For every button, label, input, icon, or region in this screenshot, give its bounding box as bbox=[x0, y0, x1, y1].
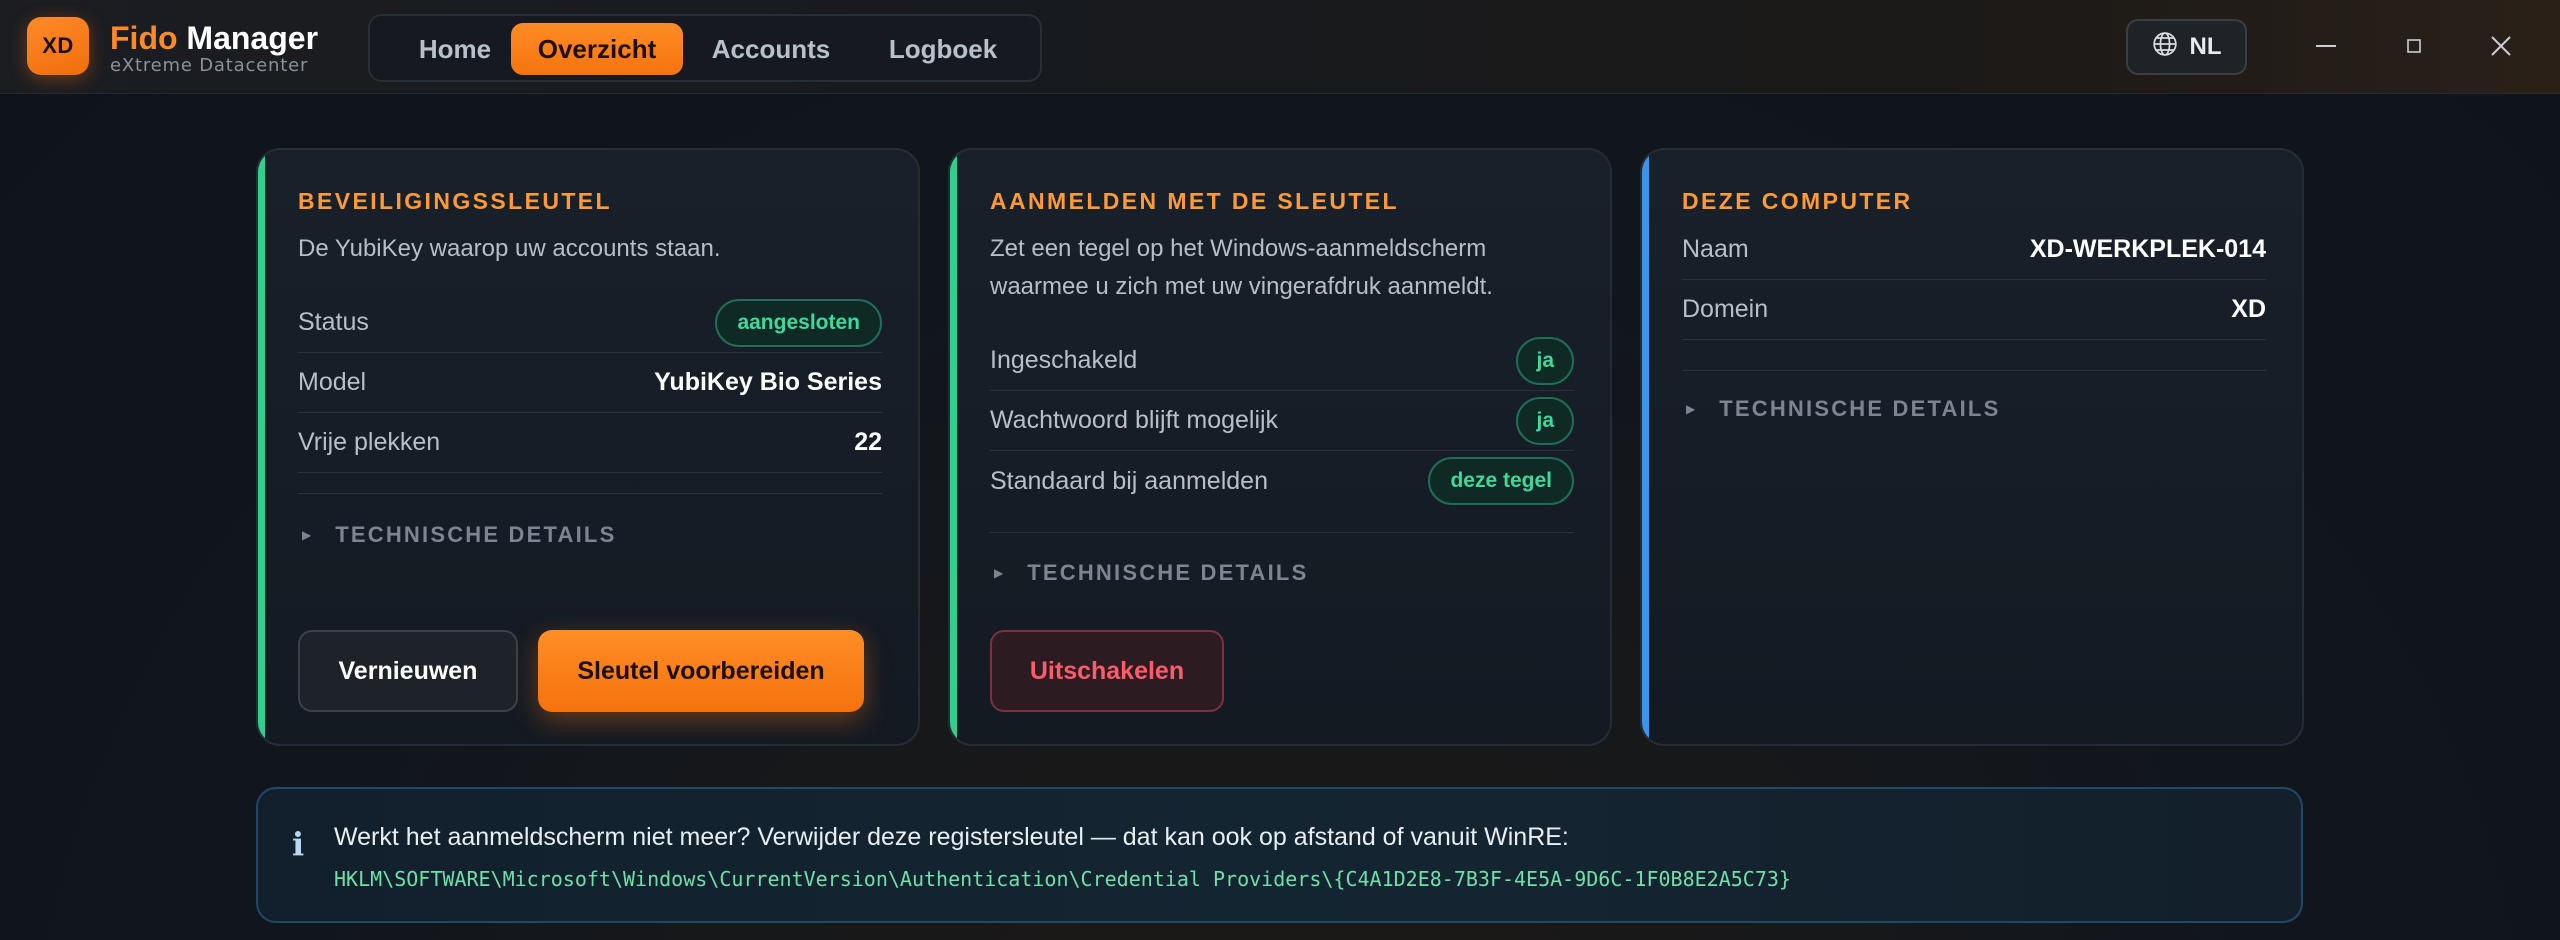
enabled-row: Ingeschakeld ja bbox=[990, 331, 1574, 391]
app-name: Fido Manager bbox=[110, 20, 318, 57]
banner-text: Werkt het aanmeldscherm niet meer? Verwi… bbox=[334, 823, 1569, 851]
this-computer-card: DEZE COMPUTER Naam XD-WERKPLEK-014 Domei… bbox=[1640, 148, 2304, 746]
row-label: Ingeschakeld bbox=[990, 346, 1138, 374]
caret-right-icon: ▶ bbox=[302, 528, 312, 542]
prepare-key-button[interactable]: Sleutel voorbereiden bbox=[538, 630, 864, 712]
nav-item-overzicht[interactable]: Overzicht bbox=[511, 23, 683, 75]
row-label: Standaard bij aanmelden bbox=[990, 466, 1268, 495]
title-bar: XD Fido Manager eXtreme Datacenter Home … bbox=[0, 0, 2560, 94]
app-name-rest: Manager bbox=[177, 20, 319, 56]
nav-item-accounts[interactable]: Accounts bbox=[690, 23, 852, 75]
row-label: Domein bbox=[1682, 295, 1769, 323]
technical-details-toggle[interactable]: ▶ TECHNISCHE DETAILS bbox=[302, 522, 616, 548]
card-description: Zet een tegel op het Windows-aanmeldsche… bbox=[990, 235, 1493, 300]
disable-button[interactable]: Uitschakelen bbox=[990, 630, 1224, 712]
divider bbox=[1682, 370, 2266, 371]
row-value: YubiKey Bio Series bbox=[654, 368, 882, 396]
password-possible-row: Wachtwoord blijft mogelijk ja bbox=[990, 391, 1574, 451]
main-nav: Home Overzicht Accounts Logboek bbox=[368, 14, 1042, 82]
language-code: NL bbox=[2189, 33, 2222, 60]
status-row: Status aangesloten bbox=[298, 293, 882, 353]
caret-right-icon: ▶ bbox=[1686, 402, 1696, 416]
status-badge: ja bbox=[1516, 336, 1574, 385]
row-value: XD bbox=[2231, 295, 2266, 323]
default-tile-row: Standaard bij aanmelden deze tegel bbox=[990, 451, 1574, 511]
minimize-icon bbox=[2315, 35, 2337, 62]
caret-right-icon: ▶ bbox=[994, 566, 1004, 580]
row-label: Naam bbox=[1682, 235, 1749, 263]
technical-details-toggle[interactable]: ▶ TECHNISCHE DETAILS bbox=[1686, 396, 2000, 422]
card-title: AANMELDEN MET DE SLEUTEL bbox=[990, 188, 1399, 214]
status-badge: ja bbox=[1516, 396, 1574, 445]
app-subtitle: eXtreme Datacenter bbox=[110, 55, 309, 76]
row-value: 22 bbox=[854, 428, 882, 456]
close-icon bbox=[2490, 35, 2512, 62]
refresh-button[interactable]: Vernieuwen bbox=[298, 630, 518, 712]
nav-item-logboek[interactable]: Logboek bbox=[868, 23, 1018, 75]
info-icon: i bbox=[292, 825, 305, 863]
close-button[interactable] bbox=[2473, 20, 2529, 76]
minimize-button[interactable] bbox=[2298, 20, 2354, 76]
technical-details-label: TECHNISCHE DETAILS bbox=[1719, 396, 2001, 421]
model-row: Model YubiKey Bio Series bbox=[298, 353, 882, 413]
sign-in-card: AANMELDEN MET DE SLEUTEL Zet een tegel o… bbox=[948, 148, 1612, 746]
status-badge: deze tegel bbox=[1428, 457, 1574, 505]
divider bbox=[298, 493, 882, 494]
maximize-icon bbox=[2406, 38, 2422, 59]
globe-icon bbox=[2152, 31, 2178, 64]
card-title: DEZE COMPUTER bbox=[1682, 188, 1913, 214]
maximize-button[interactable] bbox=[2386, 20, 2442, 76]
row-label: Model bbox=[298, 368, 367, 396]
nav-item-home[interactable]: Home bbox=[386, 23, 524, 75]
app-logo: XD bbox=[27, 17, 89, 75]
technical-details-label: TECHNISCHE DETAILS bbox=[1027, 560, 1309, 585]
logo-text: XD bbox=[42, 33, 74, 58]
technical-details-toggle[interactable]: ▶ TECHNISCHE DETAILS bbox=[994, 560, 1308, 586]
security-key-card: BEVEILIGINGSSLEUTEL De YubiKey waarop uw… bbox=[256, 148, 920, 746]
name-row: Naam XD-WERKPLEK-014 bbox=[1682, 220, 2266, 280]
registry-key-path[interactable]: HKLM\SOFTWARE\Microsoft\Windows\CurrentV… bbox=[334, 867, 1791, 891]
registry-info-banner: i Werkt het aanmeldscherm niet meer? Ver… bbox=[256, 787, 2303, 923]
technical-details-label: TECHNISCHE DETAILS bbox=[335, 522, 617, 547]
divider bbox=[990, 532, 1574, 533]
row-label: Status bbox=[298, 308, 369, 336]
row-value: XD-WERKPLEK-014 bbox=[2029, 235, 2266, 263]
row-label: Vrije plekken bbox=[298, 428, 441, 456]
card-title: BEVEILIGINGSSLEUTEL bbox=[298, 188, 612, 214]
status-badge: aangesloten bbox=[715, 298, 882, 347]
app-name-accent: Fido bbox=[110, 20, 178, 56]
free-slots-row: Vrije plekken 22 bbox=[298, 413, 882, 473]
language-button[interactable]: NL bbox=[2126, 19, 2247, 75]
row-label: Wachtwoord blijft mogelijk bbox=[990, 406, 1279, 434]
card-description: De YubiKey waarop uw accounts staan. bbox=[298, 235, 721, 262]
domain-row: Domein XD bbox=[1682, 280, 2266, 340]
